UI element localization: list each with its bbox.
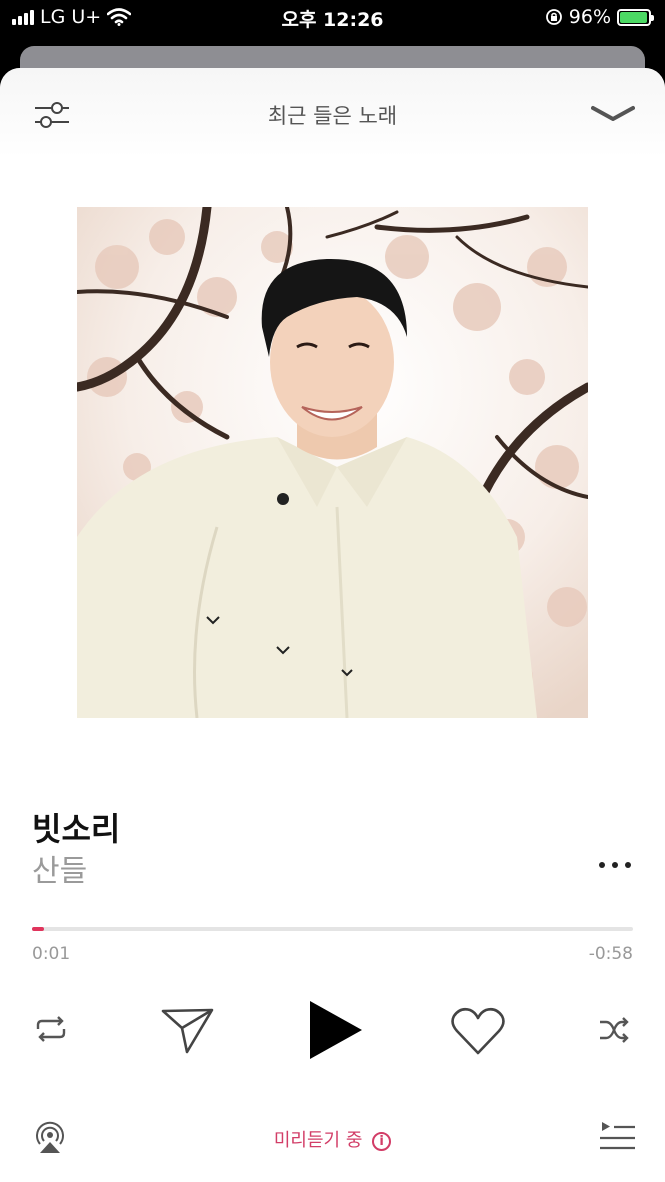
preview-label: 미리듣기 중 xyxy=(273,1130,363,1151)
now-playing-sheet: 최근 들은 노래 빗소리 산들 0:01 -0:58 미리듣기 중 i xyxy=(0,68,665,1182)
repeat-icon[interactable] xyxy=(34,1014,68,1044)
progress-fill xyxy=(32,927,45,931)
send-icon[interactable] xyxy=(160,1006,216,1056)
status-right: 96% xyxy=(545,6,654,28)
progress-bar[interactable] xyxy=(32,927,633,931)
sheet-header: 최근 들은 노래 xyxy=(0,68,665,158)
song-title: 빗소리 xyxy=(32,810,121,848)
play-icon[interactable] xyxy=(308,1000,364,1060)
info-icon[interactable]: i xyxy=(372,1132,392,1151)
elapsed-time: 0:01 xyxy=(32,944,71,964)
heart-icon[interactable] xyxy=(450,1006,506,1056)
battery-icon xyxy=(617,8,654,26)
lock-rotation-icon xyxy=(545,9,562,25)
shuffle-icon[interactable] xyxy=(598,1016,630,1044)
status-bar: LG U+ 오후 12:26 96% xyxy=(0,0,665,36)
artist-name[interactable]: 산들 xyxy=(32,846,87,890)
more-icon[interactable] xyxy=(598,860,632,870)
remaining-time: -0:58 xyxy=(588,944,633,964)
chevron-down-icon[interactable] xyxy=(591,104,635,124)
battery-fill xyxy=(620,11,647,23)
battery-percent: 96% xyxy=(568,6,611,28)
queue-icon[interactable] xyxy=(598,1120,636,1152)
preview-status[interactable]: 미리듣기 중 i xyxy=(0,1126,665,1152)
album-artwork xyxy=(77,207,588,718)
page-title: 최근 들은 노래 xyxy=(267,104,398,128)
